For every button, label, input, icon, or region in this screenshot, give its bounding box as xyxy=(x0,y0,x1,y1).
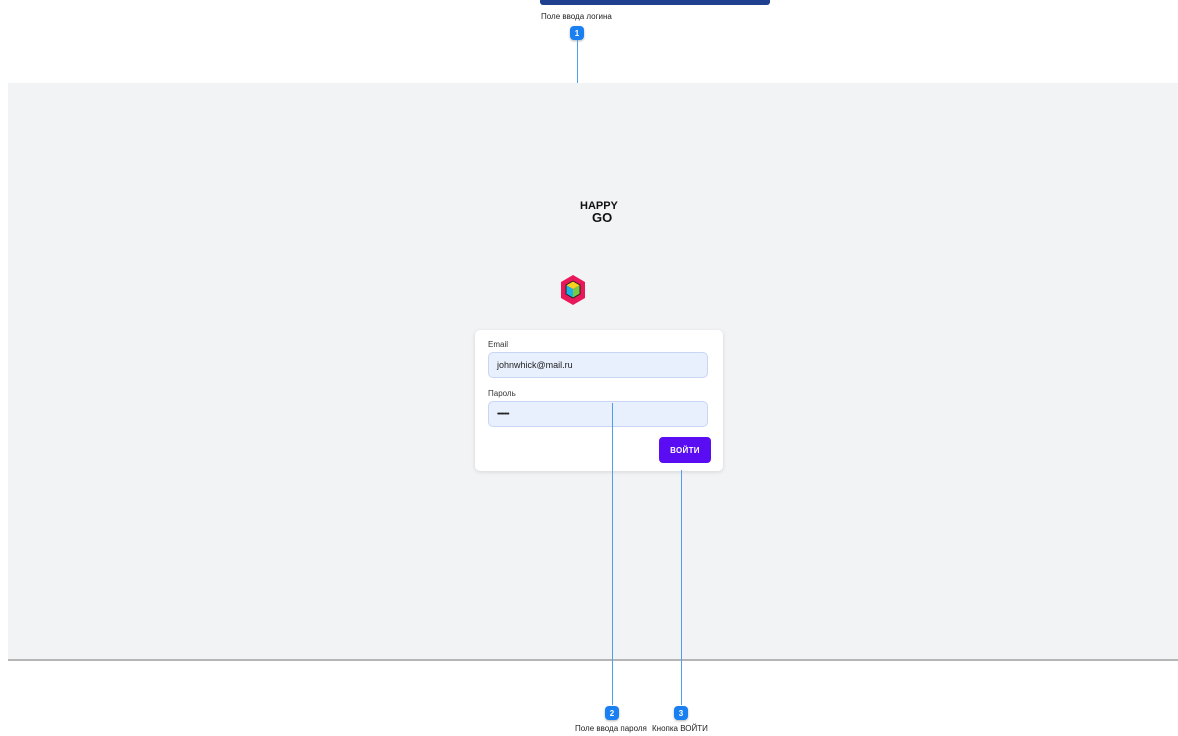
callout-badge-1: 1 xyxy=(570,26,584,40)
callout-line-2 xyxy=(612,403,613,705)
callout-label-login-button: Кнопка ВОЙТИ xyxy=(652,724,708,733)
callout-label-password: Поле ввода пароля xyxy=(575,724,647,733)
password-label: Пароль xyxy=(488,389,516,398)
brand-line-2: GO xyxy=(592,210,613,225)
brand-name: HAPPY GO xyxy=(580,201,618,225)
login-button[interactable]: ВОЙТИ xyxy=(659,437,711,463)
email-field[interactable]: johnwhick@mail.ru xyxy=(488,352,708,378)
password-field[interactable]: •••••••• xyxy=(488,401,708,427)
callout-line-3 xyxy=(681,470,682,705)
happygo-logo-icon xyxy=(561,275,585,305)
header-title-fragment xyxy=(540,0,770,5)
login-card: Email johnwhick@mail.ru Пароль •••••••• … xyxy=(475,330,723,471)
callout-badge-2: 2 xyxy=(605,706,619,720)
callout-label-login: Поле ввода логина xyxy=(541,12,612,21)
email-label: Email xyxy=(488,340,509,349)
callout-badge-3: 3 xyxy=(674,706,688,720)
